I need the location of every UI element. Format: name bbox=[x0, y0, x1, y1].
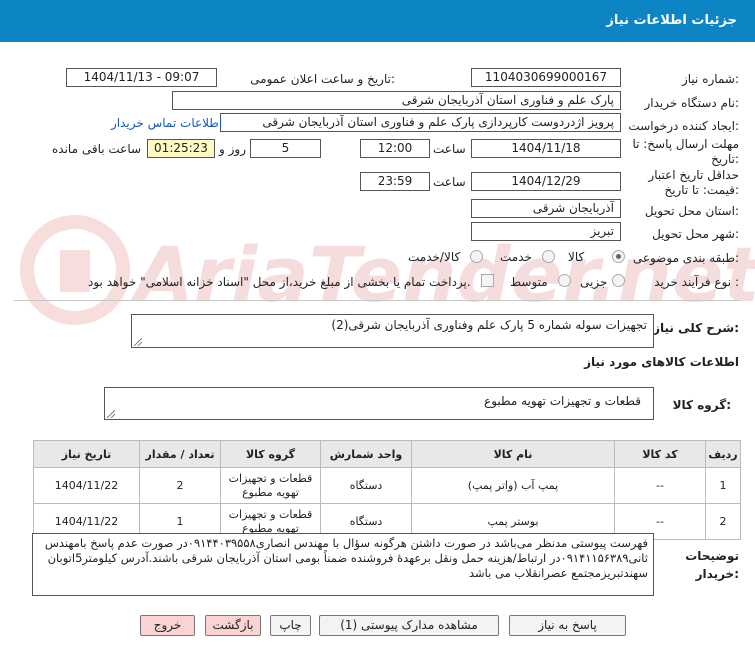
goods-group-textarea: قطعات و تجهیزات تهویه مطبوع bbox=[104, 387, 654, 420]
need-number-field: 1104030699000167 bbox=[471, 68, 621, 87]
resize-grip-icon[interactable] bbox=[107, 410, 115, 418]
buyer-label: نام دستگاه خریدار: bbox=[644, 96, 740, 110]
need-number-label: شماره نیاز: bbox=[681, 72, 739, 86]
goods-group-text: قطعات و تجهیزات تهویه مطبوع bbox=[484, 394, 641, 408]
summary-textarea: تجهیزات سوله شماره 5 پارک علم وفناوری آذ… bbox=[131, 314, 654, 348]
notes-textarea: فهرست پیوستی مدنظر می‌باشد در صورت داشتن… bbox=[32, 533, 654, 596]
exit-button[interactable]: خروج bbox=[140, 615, 195, 636]
validity-label: حداقل تاریخ اعتبار قیمت: تا تاریخ: bbox=[648, 168, 739, 197]
cell-unit: دستگاه bbox=[320, 467, 412, 504]
province-field: آذربایجان شرقی bbox=[471, 199, 621, 218]
table-header-row: ردیف کد کالا نام کالا واحد شمارش گروه کا… bbox=[33, 440, 741, 468]
section-divider bbox=[14, 300, 741, 301]
announce-label: تاریخ و ساعت اعلان عمومی: bbox=[250, 72, 395, 86]
remaining-label: ساعت باقی مانده bbox=[52, 142, 142, 156]
treasury-payment-checkbox[interactable] bbox=[481, 274, 494, 287]
city-field: تبریز bbox=[471, 222, 621, 241]
reply-button[interactable]: پاسخ به نیاز bbox=[509, 615, 626, 636]
notes-label: توضیحات خریدار: bbox=[685, 549, 739, 581]
validity-time-field: 23:59 bbox=[360, 172, 430, 191]
cell-name: پمپ آب (واتر پمپ) bbox=[411, 467, 615, 504]
announce-field: 1404/11/13 - 09:07 bbox=[66, 68, 217, 87]
process-label: نوع فرآیند خرید : bbox=[654, 275, 739, 289]
deadline-time-label: ساعت bbox=[433, 142, 466, 156]
remaining-timer: 01:25:23 bbox=[147, 139, 215, 158]
creator-field: پرویز اژدردوست کارپردازی پارک علم و فناو… bbox=[220, 113, 621, 132]
category-radio-goods-service[interactable] bbox=[470, 250, 483, 263]
validity-time-label: ساعت bbox=[433, 175, 466, 189]
category-radio-service[interactable] bbox=[542, 250, 555, 263]
category-option-goods: کالا bbox=[568, 250, 585, 264]
print-button[interactable]: چاپ bbox=[270, 615, 311, 636]
page-title: جزئیات اطلاعات نیاز bbox=[606, 13, 737, 28]
table-row: 1 -- پمپ آب (واتر پمپ) دستگاه قطعات و تج… bbox=[33, 467, 741, 504]
cell-row: 1 bbox=[705, 467, 741, 504]
buyer-field: پارک علم و فناوری استان آذربایجان شرقی bbox=[172, 91, 621, 110]
days-label: روز و bbox=[219, 142, 246, 156]
creator-label: ایجاد کننده درخواست: bbox=[628, 119, 739, 133]
goods-table: ردیف کد کالا نام کالا واحد شمارش گروه کا… bbox=[33, 440, 741, 540]
col-header-row: ردیف bbox=[705, 440, 741, 468]
col-header-name: نام کالا bbox=[411, 440, 615, 468]
process-option-medium: متوسط bbox=[510, 275, 548, 289]
cell-qty: 2 bbox=[139, 467, 221, 504]
goods-group-label: گروه کالا: bbox=[672, 398, 731, 412]
province-label: استان محل تحویل: bbox=[644, 204, 739, 218]
city-label: شهر محل تحویل: bbox=[652, 227, 739, 241]
notes-text: فهرست پیوستی مدنظر می‌باشد در صورت داشتن… bbox=[44, 536, 648, 580]
validity-date-field: 1404/12/29 bbox=[471, 172, 621, 191]
process-option-minor: جزیی bbox=[580, 275, 608, 289]
category-label: طبقه بندی موضوعی: bbox=[632, 251, 739, 265]
deadline-date-field: 1404/11/18 bbox=[471, 139, 621, 158]
col-header-code: کد کالا bbox=[614, 440, 706, 468]
days-field: 5 bbox=[250, 139, 321, 158]
treasury-payment-note: پرداخت تمام یا بخشی از مبلغ خرید،از محل … bbox=[88, 275, 471, 289]
deadline-label: مهلت ارسال پاسخ: تا تاریخ: bbox=[632, 137, 739, 166]
summary-text: تجهیزات سوله شماره 5 پارک علم وفناوری آذ… bbox=[331, 318, 647, 332]
page-header: جزئیات اطلاعات نیاز bbox=[0, 0, 755, 42]
contact-buyer-link[interactable]: اطلاعات تماس خریدار bbox=[111, 116, 222, 130]
cell-code: -- bbox=[614, 467, 706, 504]
col-header-group: گروه کالا bbox=[220, 440, 321, 468]
goods-info-title: اطلاعات کالاهای مورد نیاز bbox=[584, 355, 739, 369]
category-option-goods-service: کالا/خدمت bbox=[408, 250, 461, 264]
category-radio-goods[interactable] bbox=[612, 250, 625, 263]
attachments-button[interactable]: مشاهده مدارک پیوستی (1) bbox=[319, 615, 499, 636]
category-option-service: خدمت bbox=[500, 250, 532, 264]
back-button[interactable]: بازگشت bbox=[205, 615, 261, 636]
cell-date: 1404/11/22 bbox=[33, 467, 140, 504]
cell-row: 2 bbox=[705, 503, 741, 540]
summary-label: شرح کلی نیاز: bbox=[653, 321, 739, 335]
col-header-date: تاریخ نیاز bbox=[33, 440, 140, 468]
col-header-qty: تعداد / مقدار bbox=[139, 440, 221, 468]
col-header-unit: واحد شمارش bbox=[320, 440, 412, 468]
deadline-time-field: 12:00 bbox=[360, 139, 430, 158]
cell-group: قطعات و تجهیزات تهویه مطبوع bbox=[220, 467, 321, 504]
watermark-logo-icon bbox=[20, 215, 130, 325]
process-radio-medium[interactable] bbox=[558, 274, 571, 287]
resize-grip-icon[interactable] bbox=[134, 338, 142, 346]
process-radio-minor[interactable] bbox=[612, 274, 625, 287]
